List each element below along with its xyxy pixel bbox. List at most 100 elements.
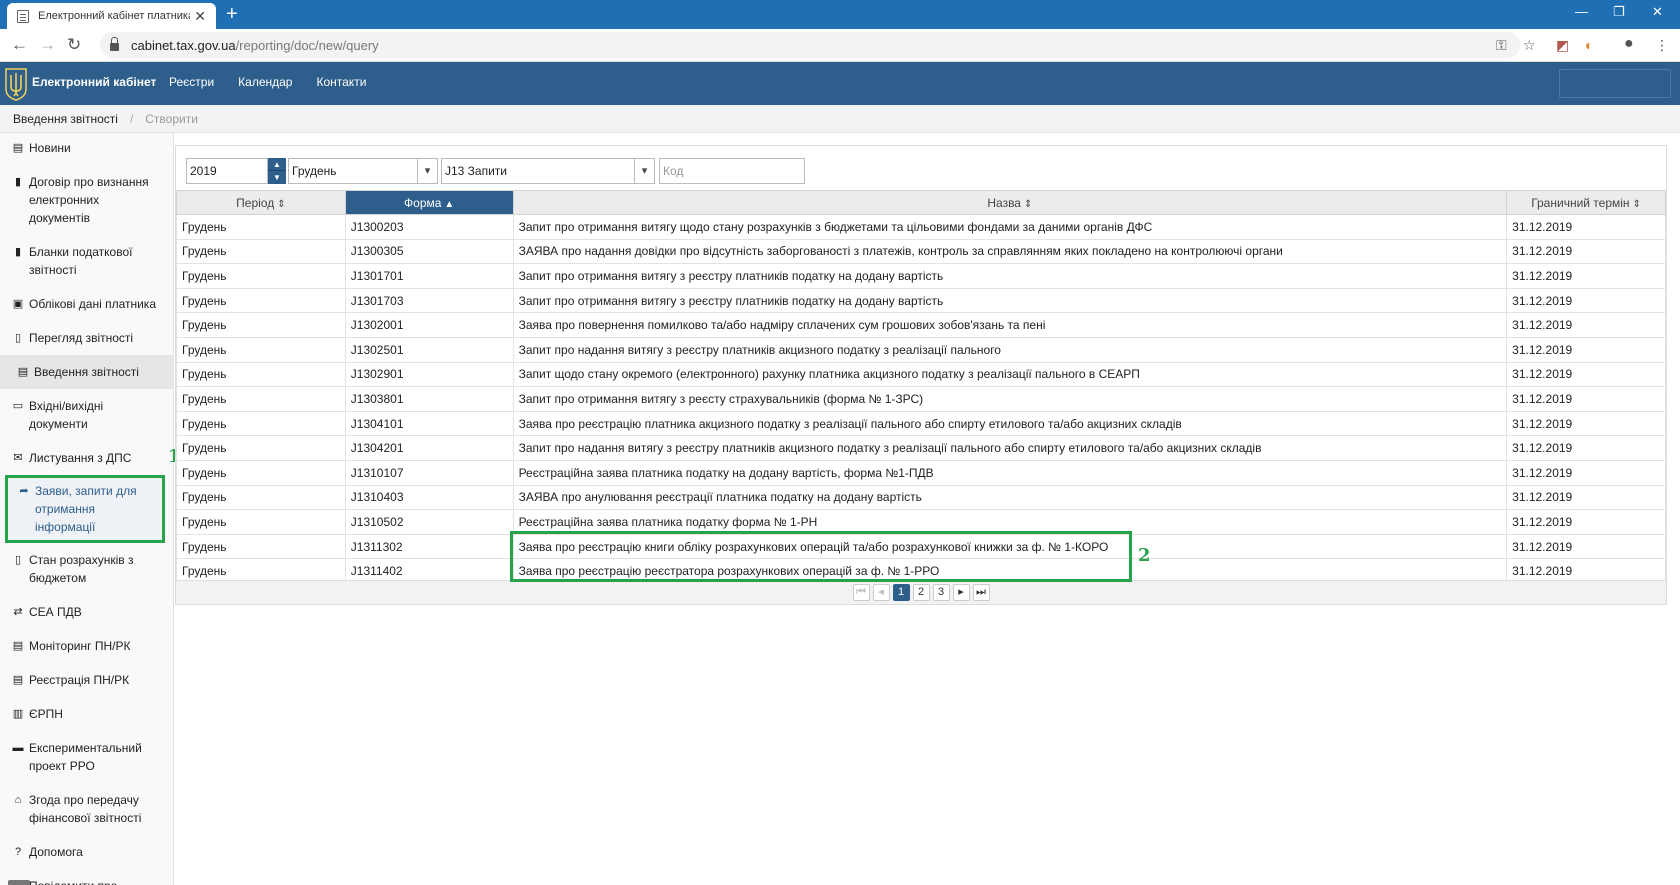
- sidebar-item-help[interactable]: ? Допомога: [0, 835, 173, 869]
- decrement-icon[interactable]: ▼: [268, 171, 286, 184]
- sidebar-item-financial-consent[interactable]: ⌂ Згода про передачу фінансової звітності: [0, 783, 173, 835]
- column-header-name[interactable]: Назва ⇕: [512, 190, 1508, 215]
- last-page-icon[interactable]: ⏭: [972, 584, 990, 601]
- cell-form-name[interactable]: ЗАЯВА про анулювання реєстрації платника…: [512, 484, 1508, 511]
- table-row[interactable]: Грудень J1304101 Заява про реєстрацію плат…: [176, 410, 1666, 437]
- cell-form-code: J1310403: [344, 484, 514, 511]
- month-select[interactable]: Грудень ▾: [288, 158, 438, 184]
- chevron-down-icon: ▾: [417, 159, 437, 183]
- column-header-period[interactable]: Період ⇕: [176, 190, 346, 215]
- sidebar-item-monitoring[interactable]: ▤ Моніторинг ПН/РК: [0, 629, 173, 663]
- cell-form-code: J1311302: [344, 533, 514, 560]
- list-icon: ▤: [12, 674, 24, 686]
- group-select[interactable]: J13 Запити ▾: [441, 158, 655, 184]
- increment-icon[interactable]: ▲: [268, 158, 286, 171]
- cell-form-code: J1302901: [344, 361, 514, 388]
- forward-icon[interactable]: →: [39, 35, 56, 55]
- year-stepper[interactable]: ▲ ▼: [268, 158, 286, 184]
- close-window-icon[interactable]: ✕: [1652, 4, 1663, 20]
- cell-form-name[interactable]: Запит про отримання витягу з реєсту стра…: [512, 386, 1508, 412]
- table-row[interactable]: Грудень J1304201 Запит про надання витягу …: [176, 435, 1666, 461]
- cell-form-name[interactable]: Запит про отримання витягу щодо стану ро…: [512, 214, 1508, 240]
- table-row[interactable]: Грудень J1300203 Запит про отримання витяг…: [176, 214, 1666, 240]
- cell-form-name[interactable]: Запит про отримання витягу з реєстру пла…: [512, 263, 1508, 289]
- maximize-icon[interactable]: ❐: [1613, 4, 1625, 20]
- url-field[interactable]: cabinet.tax.gov.ua/reporting/doc/new/que…: [100, 32, 1520, 58]
- sidebar-item-documents[interactable]: ▭ Вхідні/вихідні документи: [0, 389, 173, 441]
- cell-deadline: 31.12.2019: [1506, 287, 1666, 314]
- browser-tab[interactable]: Електронний кабінет платника ✕: [7, 3, 216, 29]
- cell-form-name[interactable]: Реєстраційна заява платника податку форм…: [512, 509, 1508, 535]
- scroll-handle[interactable]: [8, 880, 30, 885]
- breadcrumb-parent[interactable]: Введення звітності: [13, 112, 118, 126]
- sidebar-item-registration[interactable]: ▤ Реєстрація ПН/РК: [0, 663, 173, 697]
- file-icon: ▯: [14, 554, 22, 566]
- table-row[interactable]: Грудень J1301703 Запит про отримання витяг…: [176, 287, 1666, 314]
- sidebar-item-requests[interactable]: ➦ Заяви, запити для отримання інформації: [5, 475, 165, 543]
- page-3[interactable]: 3: [932, 584, 950, 601]
- table-row[interactable]: Грудень J1310107 Реєстраційна заява платни…: [176, 459, 1666, 486]
- sidebar-item-agreement[interactable]: ▮ Договір про визнання електронних докуме…: [0, 165, 173, 235]
- code-input[interactable]: Код: [659, 158, 805, 184]
- nav-link-registries[interactable]: Реєстри: [169, 75, 214, 89]
- cell-form-name[interactable]: ЗАЯВА про надання довідки про відсутніст…: [512, 238, 1508, 265]
- cell-deadline: 31.12.2019: [1506, 435, 1666, 461]
- prev-page-icon[interactable]: ◂: [872, 584, 890, 601]
- new-tab-icon[interactable]: +: [226, 3, 238, 25]
- cell-form-name[interactable]: Запит щодо стану окремого (електронного)…: [512, 361, 1508, 388]
- table-row[interactable]: Грудень J1311302 Заява про реєстрацію книг…: [176, 533, 1666, 560]
- table-row[interactable]: Грудень J1300305 ЗАЯВА про надання довідки…: [176, 238, 1666, 265]
- extension-icon[interactable]: ◐: [1585, 37, 1593, 53]
- cell-form-name[interactable]: Запит про надання витягу з реєстру платн…: [512, 336, 1508, 363]
- brand-title[interactable]: Електронний кабінет: [32, 75, 156, 89]
- cell-period: Грудень: [176, 312, 346, 338]
- sidebar: ▤ Новини ▮ Договір про визнання електронни…: [0, 133, 174, 885]
- reload-icon[interactable]: ↻: [67, 35, 81, 55]
- nav-link-contacts[interactable]: Контакти: [316, 75, 366, 89]
- cell-form-name[interactable]: Запит про отримання витягу з реєстру пла…: [512, 287, 1508, 314]
- extension-icon[interactable]: ◩: [1556, 37, 1569, 54]
- cell-form-name[interactable]: Заява про реєстрацію книги обліку розрах…: [512, 533, 1508, 560]
- nav-link-calendar[interactable]: Календар: [238, 75, 292, 89]
- table-row[interactable]: Грудень J1301701 Запит про отримання витяг…: [176, 263, 1666, 289]
- sidebar-item-sea-pdv[interactable]: ⇄ СЕА ПДВ: [0, 595, 173, 629]
- back-icon[interactable]: ←: [11, 35, 28, 55]
- close-tab-icon[interactable]: ✕: [194, 8, 206, 25]
- sidebar-item-news[interactable]: ▤ Новини: [0, 133, 173, 165]
- cell-form-code: J1304101: [344, 410, 514, 437]
- next-page-icon[interactable]: ▸: [952, 584, 970, 601]
- table-row[interactable]: Грудень J1303801 Запит про отримання витяг…: [176, 386, 1666, 412]
- sidebar-item-rro-project[interactable]: ▬ Експериментальний проект РРО: [0, 731, 173, 783]
- star-icon[interactable]: ☆: [1523, 37, 1536, 54]
- key-icon[interactable]: ⚿: [1496, 37, 1507, 54]
- minimize-icon[interactable]: —: [1575, 4, 1588, 19]
- sidebar-item-budget-status[interactable]: ▯ Стан розрахунків з бюджетом: [0, 543, 173, 595]
- table-row[interactable]: Грудень J1310403 ЗАЯВА про анулювання реєс…: [176, 484, 1666, 511]
- year-input[interactable]: 2019: [186, 158, 268, 184]
- sidebar-item-correspondence[interactable]: ✉ Листування з ДПС: [0, 441, 173, 475]
- cell-form-name[interactable]: Запит про надання витягу з реєстру платн…: [512, 435, 1508, 461]
- column-header-form[interactable]: Форма ▲: [344, 190, 514, 215]
- cell-form-name[interactable]: Заява про повернення помилково та/або на…: [512, 312, 1508, 338]
- sidebar-item-forms[interactable]: ▮ Бланки податкової звітності: [0, 235, 173, 287]
- cell-period: Грудень: [176, 263, 346, 289]
- column-header-deadline[interactable]: Граничний термін ⇕: [1506, 190, 1666, 215]
- cell-form-name[interactable]: Реєстраційна заява платника податку на д…: [512, 459, 1508, 486]
- cell-form-code: J1300203: [344, 214, 514, 240]
- first-page-icon[interactable]: ⏮: [852, 584, 870, 601]
- cell-deadline: 31.12.2019: [1506, 312, 1666, 338]
- page-1[interactable]: 1: [892, 584, 910, 601]
- sidebar-item-account-data[interactable]: ▣ Облікові дані платника: [0, 287, 173, 321]
- table-row[interactable]: Грудень J1302901 Запит щодо стану окремого…: [176, 361, 1666, 388]
- sidebar-item-erpn[interactable]: ▥ ЄРПН: [0, 697, 173, 731]
- profile-icon[interactable]: ●: [1624, 35, 1634, 53]
- menu-icon[interactable]: ⋮: [1655, 37, 1669, 54]
- sidebar-item-enter-reports[interactable]: ▤ Введення звітності: [0, 355, 173, 389]
- page-2[interactable]: 2: [912, 584, 930, 601]
- user-box[interactable]: [1559, 69, 1671, 98]
- table-row[interactable]: Грудень J1310502 Реєстраційна заява платни…: [176, 509, 1666, 535]
- cell-form-name[interactable]: Заява про реєстрацію платника акцизного …: [512, 410, 1508, 437]
- table-row[interactable]: Грудень J1302501 Запит про надання витягу …: [176, 336, 1666, 363]
- sidebar-item-view-reports[interactable]: ▯ Перегляд звітності: [0, 321, 173, 355]
- table-row[interactable]: Грудень J1302001 Заява про повернення поми…: [176, 312, 1666, 338]
